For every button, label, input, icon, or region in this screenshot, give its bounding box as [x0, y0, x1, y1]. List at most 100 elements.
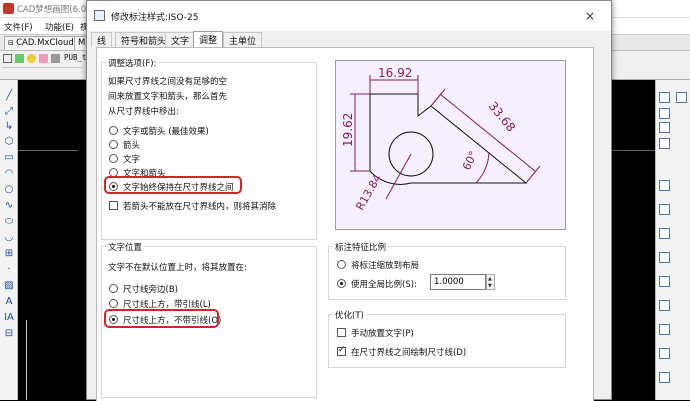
- scale-spinner[interactable]: ▲ ▼: [486, 274, 495, 290]
- ellipse-tool-icon[interactable]: ⬭: [3, 216, 15, 228]
- arc-tool-icon[interactable]: ◠: [3, 168, 15, 180]
- toolbar-row-2: [2, 67, 82, 78]
- draw-dim-line-between-label: 在尺寸界线之间绘制尺寸线(D): [351, 348, 467, 358]
- copy-tool-icon[interactable]: [676, 92, 687, 103]
- table-tool-icon[interactable]: ⊟: [3, 328, 15, 340]
- radio-text-or-arrows-label: 文字或箭头 (最佳效果): [123, 127, 209, 137]
- xline-tool-icon[interactable]: ⤢: [3, 106, 15, 118]
- draw-dim-line-between-checkbox[interactable]: [337, 345, 346, 356]
- offset-tool-icon[interactable]: [659, 122, 670, 133]
- radio-scale-to-layout-label: 将标注缩放到布局: [351, 261, 420, 271]
- move-tool-icon[interactable]: [659, 180, 670, 191]
- trim-tool-icon[interactable]: [659, 276, 670, 287]
- chamfer-tool-icon[interactable]: [659, 348, 670, 359]
- dim-text-aligned: 33.68: [486, 99, 519, 135]
- fillet-tool-icon[interactable]: [659, 372, 670, 383]
- stretch-tool-icon[interactable]: [659, 252, 670, 263]
- layer-dropdown[interactable]: PUB_t: [64, 53, 86, 65]
- fit-desc-line-3: 从尺寸界线中移出:: [108, 107, 179, 117]
- close-icon[interactable]: ×: [575, 5, 605, 27]
- menu-file[interactable]: 文件(F): [4, 21, 33, 33]
- scale-tool-icon[interactable]: [659, 228, 670, 239]
- tab-fit[interactable]: 调整: [193, 31, 224, 48]
- suppress-arrows-checkbox[interactable]: [109, 201, 118, 210]
- fit-options-group: 调整选项(F): 如果尺寸界线之间没有足够的空 间来放置文字和箭头，那么首先 从…: [101, 57, 317, 240]
- radio-scale-to-layout[interactable]: [337, 260, 346, 269]
- preview-drawing: 16.92 19.62 33.68 60° R13.84: [341, 66, 541, 213]
- layer-manager-icon[interactable]: [3, 54, 12, 63]
- tab-page-fit: 调整选项(F): 如果尺寸界线之间没有足够的空 间来放置文字和箭头，那么首先 从…: [96, 47, 594, 401]
- erase-tool-icon[interactable]: [659, 92, 670, 103]
- point-tool-icon[interactable]: ·: [3, 264, 15, 276]
- tab-lines[interactable]: 线: [91, 32, 113, 47]
- radio-use-overall-scale-label: 使用全局比例(S):: [351, 280, 417, 290]
- overall-scale-input[interactable]: [430, 274, 486, 290]
- radio-arrows[interactable]: [109, 140, 118, 149]
- radio-arrows-label: 箭头: [123, 141, 141, 151]
- polyline-tool-icon[interactable]: ↳: [3, 121, 15, 133]
- dialog-app-icon: [94, 10, 105, 21]
- dialog-title: 修改标注样式:ISO-25: [111, 13, 199, 23]
- layer-freeze-icon[interactable]: [27, 54, 36, 63]
- array-tool-icon[interactable]: [659, 138, 670, 149]
- doc-tab-mxcloud[interactable]: ⊟ CAD.MxCloud: [4, 36, 78, 50]
- tab-text[interactable]: 文字: [165, 32, 196, 47]
- fine-tuning-group: 优化(T) 手动放置文字(P) 在尺寸界线之间绘制尺寸线(D): [328, 309, 566, 368]
- mirror-tool-icon[interactable]: [659, 108, 670, 119]
- ellipse-arc-tool-icon[interactable]: ◡: [3, 232, 15, 244]
- text-placement-group: 文字位置 文字不在默认位置上时，将其放置在: 尺寸线旁边(B) 尺寸线上方，带引…: [101, 241, 317, 398]
- dim-text-radius: R13.84: [353, 172, 384, 212]
- insert-block-icon[interactable]: ⊞: [3, 248, 15, 260]
- left-draw-toolbar: ╱ ⤢ ↳ ⬡ ▭ ◠ ○ ∿ ⬭ ◡ ⊞ · ▨ A IA ⊟ Y: [0, 80, 35, 400]
- radio-text[interactable]: [109, 154, 118, 163]
- rotate-tool-icon[interactable]: [659, 204, 670, 215]
- highlight-box-text-placement: [104, 309, 219, 328]
- dim-text-angle: 60°: [460, 149, 480, 172]
- tab-primary-units[interactable]: 主单位: [223, 32, 263, 47]
- place-text-manually-checkbox[interactable]: [337, 328, 346, 337]
- tab-symbols-arrows[interactable]: 符号和箭头: [115, 32, 173, 47]
- radio-text-label: 文字: [123, 155, 141, 165]
- right-modify-toolbar: [655, 80, 690, 400]
- place-text-manually-label: 手动放置文字(P): [351, 329, 414, 339]
- polygon-tool-icon[interactable]: ⬡: [3, 136, 15, 148]
- drawing-canvas-right[interactable]: [612, 80, 655, 400]
- text-placement-label: 文字位置: [106, 241, 145, 253]
- radio-over-dim-line-with-leader[interactable]: [109, 299, 118, 308]
- app-logo-icon: [3, 3, 14, 14]
- radio-text-or-arrows[interactable]: [109, 126, 118, 135]
- scale-label: 标注特征比例: [333, 241, 389, 253]
- layer-lock-icon[interactable]: [39, 54, 48, 63]
- hatch-tool-icon[interactable]: ▨: [3, 280, 15, 292]
- dimension-preview: 16.92 19.62 33.68 60° R13.84: [335, 60, 566, 230]
- highlight-box-fit-option: [104, 176, 242, 194]
- fit-options-label: 调整选项(F):: [106, 57, 159, 69]
- circle-tool-icon[interactable]: ○: [3, 184, 15, 196]
- spline-tool-icon[interactable]: ∿: [3, 200, 15, 212]
- radio-use-overall-scale[interactable]: [337, 279, 346, 288]
- layer-on-icon[interactable]: [15, 54, 24, 63]
- fine-tuning-label: 优化(T): [333, 309, 366, 321]
- scale-group: 标注特征比例 将标注缩放到布局 使用全局比例(S): ▲▼: [328, 241, 566, 300]
- dialog-title-bar: 修改标注样式:ISO-25 ×: [87, 1, 611, 31]
- radio-beside-dim-line-label: 尺寸线旁边(B): [123, 285, 178, 295]
- extend-tool-icon[interactable]: [659, 300, 670, 311]
- drawing-canvas-left[interactable]: [18, 80, 86, 400]
- radio-beside-dim-line[interactable]: [109, 284, 118, 293]
- dimension-style-dialog: 修改标注样式:ISO-25 × 线 符号和箭头 文字 调整 主单位 调整选项(F…: [86, 0, 612, 401]
- right-toolbar-top: [612, 51, 690, 80]
- break-tool-icon[interactable]: [659, 324, 670, 335]
- rectangle-tool-icon[interactable]: ▭: [3, 152, 15, 164]
- app-title: CAD梦想画图(6.0.2: [17, 5, 95, 15]
- layer-color-icon[interactable]: [51, 54, 60, 63]
- fit-desc-line-2: 间来放置文字和箭头，那么首先: [108, 92, 228, 102]
- dim-text-vertical: 19.62: [341, 113, 355, 147]
- fit-desc-line-1: 如果尺寸界线之间没有足够的空: [108, 77, 228, 87]
- text-placement-desc: 文字不在默认位置上时，将其放置在:: [108, 263, 247, 273]
- dim-text-horizontal: 16.92: [378, 66, 412, 80]
- mtext-tool-icon[interactable]: IA: [3, 312, 15, 324]
- text-tool-icon[interactable]: A: [3, 296, 15, 308]
- line-tool-icon[interactable]: ╱: [3, 90, 15, 102]
- suppress-arrows-label: 若箭头不能放在尺寸界线内，则将其消除: [123, 202, 277, 212]
- menu-function[interactable]: 功能(E): [45, 21, 74, 33]
